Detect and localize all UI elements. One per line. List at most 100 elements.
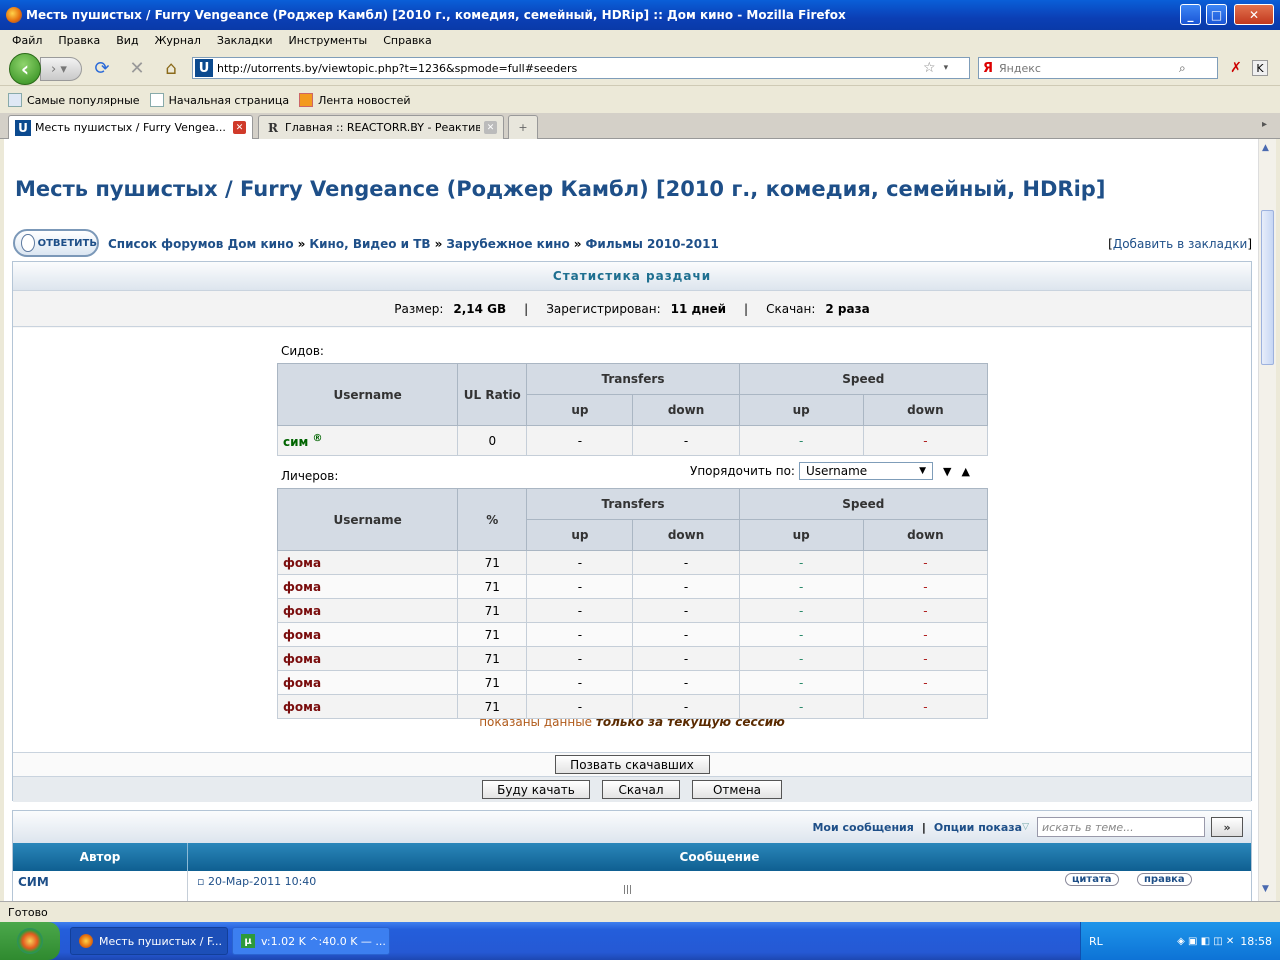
menu-tools[interactable]: Инструменты: [289, 34, 368, 47]
tab-list-icon[interactable]: ▸: [1262, 119, 1267, 130]
url-dropdown-icon[interactable]: ▾: [944, 63, 949, 73]
search-go-icon[interactable]: ⌕: [1179, 61, 1186, 76]
post-author[interactable]: СИМ: [18, 875, 49, 889]
col-speed-up[interactable]: up: [738, 394, 864, 426]
col-transfers-up[interactable]: up: [526, 394, 634, 426]
col-ul-ratio[interactable]: UL Ratio: [457, 363, 528, 426]
menu-view[interactable]: Вид: [116, 34, 138, 47]
registered-value: 11 дней: [670, 301, 727, 316]
home-icon[interactable]: ⌂: [161, 58, 181, 79]
posts-divider: |: [921, 820, 926, 834]
leecher-percent: 71: [457, 598, 528, 623]
topic-search-button[interactable]: »: [1211, 817, 1243, 837]
tab-active[interactable]: U Месть пушистых / Furry Vengea... ✕: [8, 115, 253, 139]
star-icon[interactable]: ☆: [923, 60, 936, 76]
leecher-name[interactable]: фома: [283, 604, 321, 618]
navigation-toolbar: › ▾ ‹ ⟳ ✕ ⌂ U ☆ ▾ Я ⌕ ✗ K: [0, 50, 1280, 86]
stats-divider: |: [744, 301, 749, 316]
scrollbar-thumb[interactable]: [1261, 210, 1274, 365]
sort-select[interactable]: Username ▼: [798, 462, 933, 480]
taskbar-item-torrent[interactable]: µ v:1.02 K ^:40.0 K — ...: [232, 927, 390, 955]
new-tab-button[interactable]: +: [508, 115, 538, 139]
table-row: фома 71- - - -: [276, 622, 989, 647]
breadcrumb-foreign[interactable]: Зарубежное кино: [446, 237, 569, 251]
tab-close-icon[interactable]: ✕: [233, 121, 246, 134]
will-download-button[interactable]: Буду качать: [482, 780, 590, 799]
back-button[interactable]: ‹: [9, 53, 41, 85]
col-speed-up[interactable]: up: [738, 519, 864, 551]
tray-icons[interactable]: ◈ ▣ ◧ ◫ ✕: [1177, 936, 1234, 947]
language-indicator[interactable]: RL: [1081, 935, 1103, 948]
scroll-up-icon[interactable]: ▲: [1262, 143, 1269, 153]
menu-file[interactable]: Файл: [12, 34, 42, 47]
show-options-link[interactable]: Опции показа: [934, 821, 1022, 834]
col-transfers-down[interactable]: down: [632, 394, 740, 426]
leecher-name[interactable]: фома: [283, 700, 321, 714]
sort-desc-icon[interactable]: ▼: [943, 465, 951, 478]
taskbar-item-firefox[interactable]: Месть пушистых / F...: [70, 927, 228, 955]
leecher-speed-up: -: [738, 646, 864, 671]
leecher-percent: 71: [457, 622, 528, 647]
breadcrumb-forums[interactable]: Список форумов Дом кино: [108, 237, 294, 251]
quote-button[interactable]: цитата: [1065, 873, 1119, 886]
search-engine-icon[interactable]: Я: [983, 61, 993, 76]
breadcrumb-films[interactable]: Фильмы 2010-2011: [586, 237, 719, 251]
menu-bookmarks[interactable]: Закладки: [217, 34, 273, 47]
search-input[interactable]: [999, 61, 1180, 75]
col-speed-down[interactable]: down: [862, 394, 989, 426]
topic-search-input[interactable]: искать в теме...: [1037, 817, 1205, 837]
addon-icon-1[interactable]: ✗: [1226, 58, 1246, 78]
menu-edit[interactable]: Правка: [58, 34, 100, 47]
addon-icon-2[interactable]: K: [1252, 60, 1268, 76]
edit-button[interactable]: правка: [1137, 873, 1192, 886]
minimize-button[interactable]: _: [1180, 4, 1201, 25]
close-button[interactable]: ✕: [1234, 4, 1274, 25]
start-button[interactable]: [0, 922, 60, 960]
col-speed-down[interactable]: down: [862, 519, 989, 551]
col-transfers-up[interactable]: up: [526, 519, 634, 551]
bookmark-news-feed[interactable]: Лента новостей: [299, 93, 411, 107]
leecher-name[interactable]: фома: [283, 628, 321, 642]
breadcrumb-cinema[interactable]: Кино, Видео и ТВ: [309, 237, 430, 251]
add-bookmark-link[interactable]: Добавить в закладки: [1113, 237, 1247, 251]
scroll-down-icon[interactable]: ▼: [1262, 884, 1269, 894]
menu-help[interactable]: Справка: [383, 34, 431, 47]
tab-close-icon[interactable]: ✕: [484, 121, 497, 134]
stats-header: Статистика раздачи: [13, 262, 1251, 290]
reply-button[interactable]: ОТВЕТИТЬ: [13, 229, 99, 257]
menu-history[interactable]: Журнал: [155, 34, 201, 47]
system-tray: RL ◈ ▣ ◧ ◫ ✕ 18:58: [1080, 922, 1280, 960]
sort-asc-icon[interactable]: ▲: [961, 465, 969, 478]
leecher-name[interactable]: фома: [283, 556, 321, 570]
bookmark-most-visited[interactable]: Самые популярные: [8, 93, 140, 107]
tab-inactive[interactable]: R Главная :: REACTORR.BY - Реактивн... ✕: [258, 115, 504, 139]
reload-icon[interactable]: ⟳: [92, 58, 112, 79]
taskbar-item-label: v:1.02 K ^:40.0 K — ...: [261, 934, 386, 948]
leecher-name[interactable]: фома: [283, 676, 321, 690]
col-username[interactable]: Username: [276, 363, 459, 426]
window-titlebar: Месть пушистых / Furry Vengeance (Роджер…: [0, 0, 1280, 30]
options-dropdown-icon[interactable]: ▽: [1022, 822, 1029, 832]
cancel-button[interactable]: Отмена: [692, 780, 782, 799]
col-percent[interactable]: %: [457, 488, 528, 551]
leecher-name[interactable]: фома: [283, 580, 321, 594]
forward-button[interactable]: › ▾: [40, 57, 82, 81]
col-username[interactable]: Username: [276, 488, 459, 551]
leecher-percent: 71: [457, 670, 528, 695]
search-bar[interactable]: Я ⌕: [978, 57, 1218, 79]
post-date[interactable]: ▫ 20-Мар-2011 10:40: [197, 875, 316, 888]
col-transfers-down[interactable]: down: [632, 519, 740, 551]
bookmark-start-page[interactable]: Начальная страница: [149, 93, 289, 107]
leecher-transfer-up: -: [526, 622, 634, 647]
page-title[interactable]: Месть пушистых / Furry Vengeance (Роджер…: [15, 177, 1105, 201]
leecher-name[interactable]: фома: [283, 652, 321, 666]
my-messages-link[interactable]: Мои сообщения: [812, 821, 913, 834]
stop-icon[interactable]: ✕: [127, 58, 147, 79]
url-input[interactable]: [217, 61, 917, 75]
url-bar[interactable]: U ☆ ▾: [192, 57, 970, 79]
call-downloaders-button[interactable]: Позвать скачавших: [554, 755, 710, 774]
seeder-name[interactable]: сим: [283, 435, 308, 449]
downloaded-button[interactable]: Скачал: [602, 780, 680, 799]
maximize-button[interactable]: □: [1206, 4, 1227, 25]
seeder-transfer-up: -: [526, 425, 634, 456]
